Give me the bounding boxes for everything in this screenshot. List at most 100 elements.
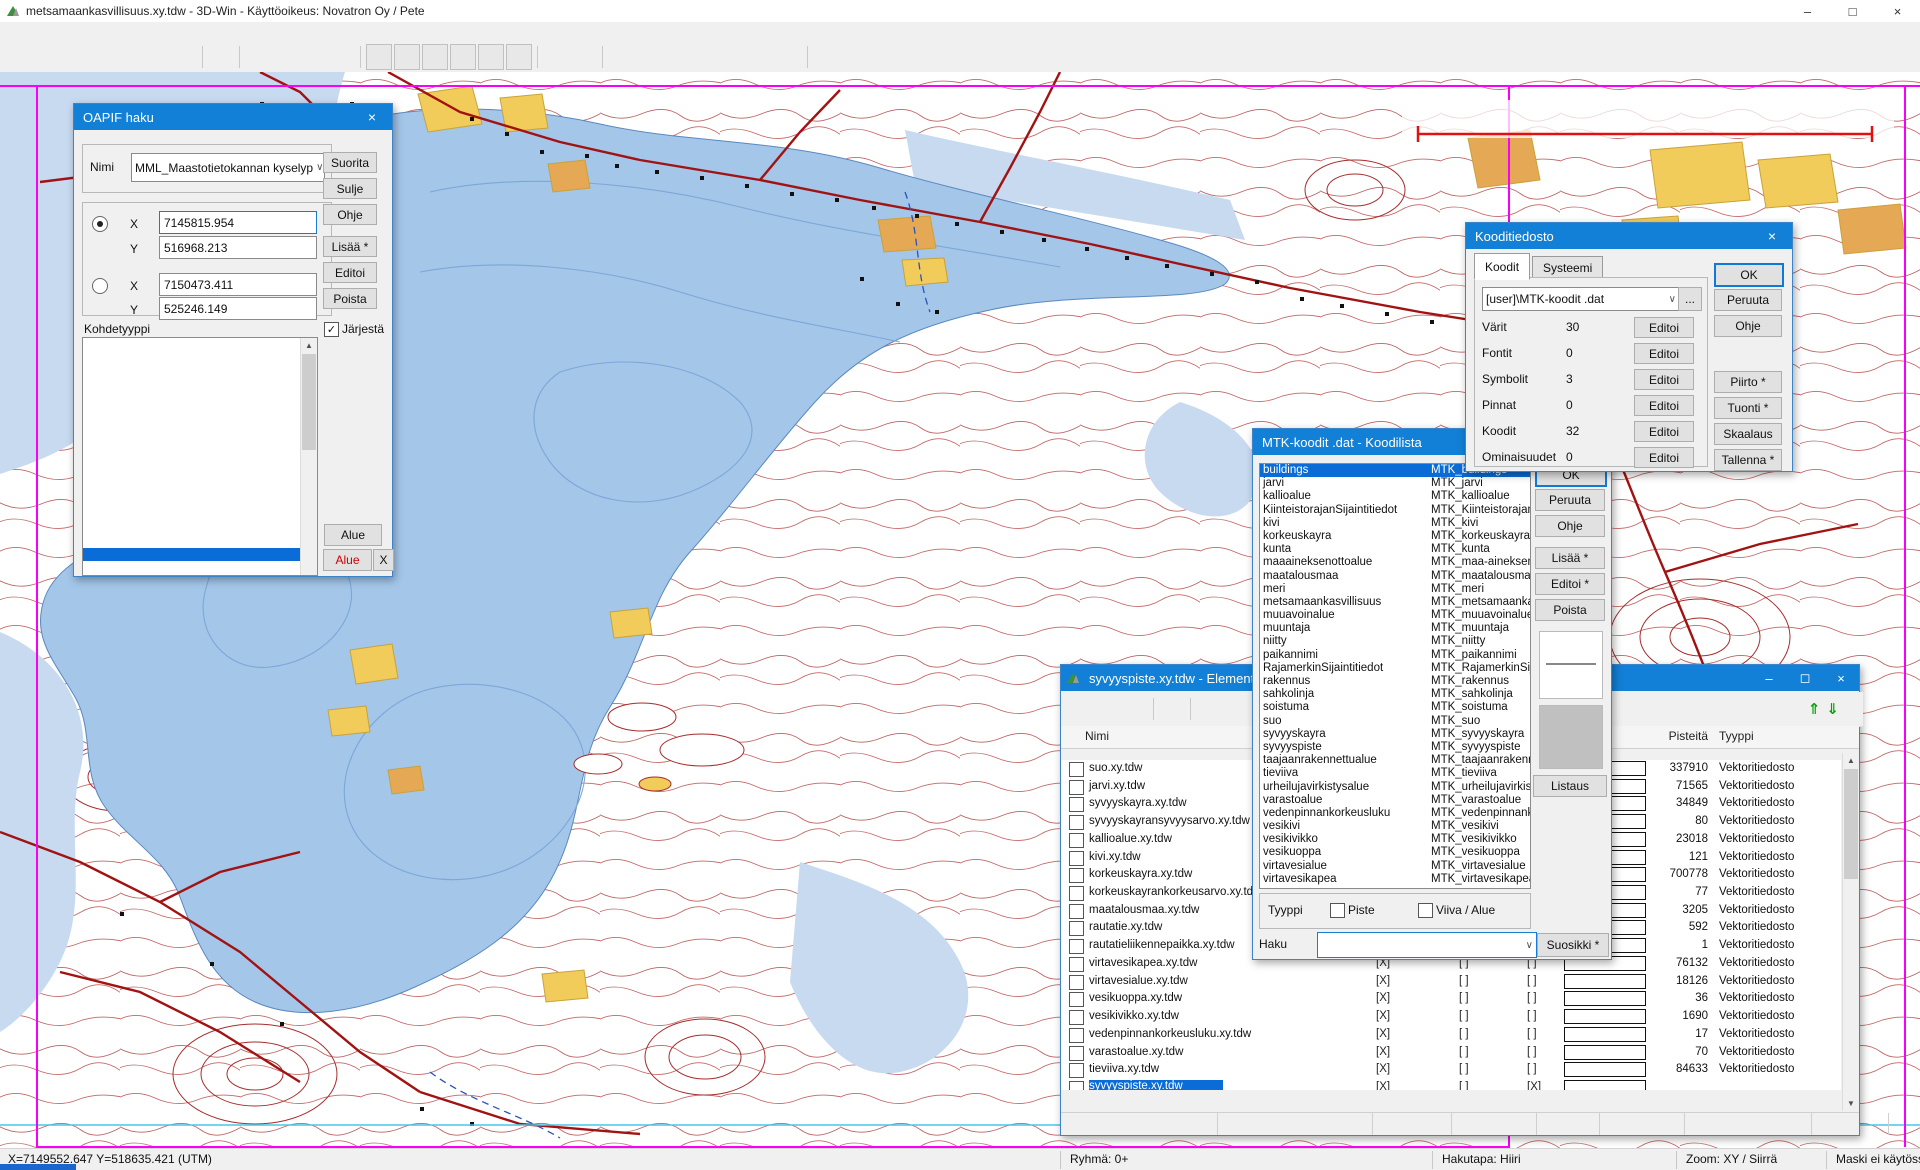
KiinteistorajanSijaintitiedot[interactable]: KiinteistorajanSijaintitiedot MTK_Kiinte… bbox=[1260, 504, 1530, 517]
coord2-y-input[interactable]: 525246.149 bbox=[159, 297, 317, 320]
check-x-icon[interactable] bbox=[841, 44, 867, 70]
flag-3[interactable]: [ ] bbox=[1527, 1063, 1537, 1075]
niitty[interactable]: niitty MTK_niitty bbox=[1260, 635, 1530, 648]
tuonti-button[interactable]: Tuonti * bbox=[1714, 397, 1782, 419]
kunta[interactable]: kunta MTK_kunta bbox=[1260, 543, 1530, 556]
ok-button[interactable]: OK bbox=[1714, 263, 1784, 287]
piirto-button[interactable]: Piirto * bbox=[1714, 371, 1782, 393]
vesikivi[interactable]: vesikivi MTK_vesikivi bbox=[1260, 820, 1530, 833]
file-checkbox[interactable] bbox=[1069, 975, 1084, 990]
copy-clipboard-icon[interactable] bbox=[208, 44, 234, 70]
list-item[interactable] bbox=[83, 496, 317, 509]
close-icon[interactable]: × bbox=[1875, 0, 1920, 22]
print-icon[interactable] bbox=[245, 44, 271, 70]
browse-button[interactable]: ... bbox=[1678, 287, 1702, 311]
element-scrollbar[interactable]: ▲ ▼ bbox=[1842, 753, 1859, 1111]
file-checkbox[interactable] bbox=[1069, 886, 1084, 901]
save-query-icon[interactable] bbox=[143, 44, 169, 70]
file-checkbox[interactable] bbox=[1069, 904, 1084, 919]
vesikuoppa.xy.tdw[interactable]: vesikuoppa.xy.tdw [X] [ ] [ ] 36 Vektori… bbox=[1061, 990, 1841, 1008]
kohdetyyppi-list[interactable]: ▲ bbox=[82, 337, 318, 576]
save-file-icon[interactable] bbox=[1196, 696, 1222, 722]
file-checkbox[interactable] bbox=[1069, 1046, 1084, 1061]
color-swatch[interactable] bbox=[1564, 1080, 1646, 1090]
editoi-button[interactable]: Editoi bbox=[1634, 395, 1694, 416]
edit-button[interactable]: Editoi * bbox=[1535, 573, 1605, 595]
help-button[interactable]: Ohje bbox=[323, 204, 377, 225]
viiva-checkbox[interactable] bbox=[1418, 903, 1433, 918]
flag-2[interactable]: [ ] bbox=[1459, 992, 1469, 1004]
alue-active-button[interactable]: Alue bbox=[323, 549, 372, 571]
menu-item[interactable] bbox=[132, 30, 154, 34]
tallenna-button[interactable]: Tallenna * bbox=[1714, 449, 1782, 471]
list-item[interactable] bbox=[83, 483, 317, 496]
chevron-down-icon[interactable]: ∨ bbox=[1666, 294, 1676, 305]
color-swatch[interactable] bbox=[1564, 974, 1646, 989]
editoi-button[interactable]: Editoi bbox=[1634, 343, 1694, 364]
kivi[interactable]: kivi MTK_kivi bbox=[1260, 517, 1530, 530]
editoi-button[interactable]: Editoi bbox=[1634, 421, 1694, 442]
muuntaja[interactable]: muuntaja MTK_muuntaja bbox=[1260, 622, 1530, 635]
point-add-multi-icon[interactable] bbox=[664, 44, 690, 70]
vedenpinnankorkeusluku[interactable]: vedenpinnankorkeusluku MTK_vedenpinnanko… bbox=[1260, 807, 1530, 820]
maximize-icon[interactable]: □ bbox=[1830, 0, 1875, 22]
soistuma[interactable]: soistuma MTK_soistuma bbox=[1260, 701, 1530, 714]
save-as-icon[interactable] bbox=[1224, 696, 1250, 722]
color-swatch[interactable] bbox=[1564, 991, 1646, 1006]
alue-clear-button[interactable]: X bbox=[373, 549, 394, 571]
tieviiva[interactable]: tieviiva MTK_tieviiva bbox=[1260, 767, 1530, 780]
coord2-radio[interactable] bbox=[92, 278, 108, 294]
code-list[interactable]: buildings MTK_buildings jarvi MTK_jarvi … bbox=[1259, 463, 1531, 889]
chevron-down-icon[interactable]: ∨ bbox=[313, 162, 323, 173]
suo[interactable]: suo MTK_suo bbox=[1260, 715, 1530, 728]
rakennus[interactable]: rakennus MTK_rakennus bbox=[1260, 675, 1530, 688]
list-item[interactable] bbox=[83, 535, 317, 548]
list-item[interactable] bbox=[83, 443, 317, 456]
query-select[interactable]: MML_Maastotietokannan kyselyp∨ bbox=[131, 153, 325, 182]
hatch-pattern-icon[interactable] bbox=[329, 44, 355, 70]
move-up-icon[interactable]: ⇑ bbox=[1808, 700, 1821, 718]
coord1-x-input[interactable]: 7145815.954 bbox=[159, 211, 317, 234]
list-item[interactable] bbox=[83, 404, 317, 417]
file-checkbox[interactable] bbox=[1069, 762, 1084, 777]
menu-item[interactable] bbox=[88, 30, 110, 34]
editoi-button[interactable]: Editoi bbox=[1634, 447, 1694, 468]
suorita-button[interactable]: Suorita bbox=[323, 152, 377, 173]
profile-chart-icon[interactable] bbox=[748, 44, 774, 70]
list-item[interactable] bbox=[83, 377, 317, 390]
maatalousmaa[interactable]: maatalousmaa MTK_maatalousmaa bbox=[1260, 570, 1530, 583]
menu-item[interactable] bbox=[110, 30, 132, 34]
flag-1[interactable]: [X] bbox=[1376, 1046, 1390, 1058]
menu-item[interactable] bbox=[22, 30, 44, 34]
flag-3[interactable]: [ ] bbox=[1527, 992, 1537, 1004]
flag-2[interactable]: [ ] bbox=[1459, 1063, 1469, 1075]
tieviiva.xy.tdw[interactable]: tieviiva.xy.tdw [X] [ ] [ ] 84633 Vektor… bbox=[1061, 1061, 1841, 1079]
suosikki-button[interactable]: Suosikki * bbox=[1537, 933, 1609, 957]
coord1-radio[interactable] bbox=[92, 216, 108, 232]
list-item[interactable] bbox=[83, 548, 317, 561]
pan-right-icon[interactable] bbox=[450, 44, 476, 70]
zoom-in-icon[interactable] bbox=[478, 44, 504, 70]
list-item[interactable] bbox=[83, 456, 317, 469]
menu-item[interactable] bbox=[66, 30, 88, 34]
add-button[interactable]: Lisää * bbox=[323, 236, 377, 257]
coord1-y-input[interactable]: 516968.213 bbox=[159, 236, 317, 259]
open-file-icon[interactable] bbox=[3, 44, 29, 70]
add-file-icon[interactable] bbox=[1159, 696, 1185, 722]
virtavesialue.xy.tdw[interactable]: virtavesialue.xy.tdw [X] [ ] [ ] 18126 V… bbox=[1061, 973, 1841, 991]
syvyyspiste[interactable]: syvyyspiste MTK_syvyyspiste bbox=[1260, 741, 1530, 754]
sahkolinja[interactable]: sahkolinja MTK_sahkolinja bbox=[1260, 688, 1530, 701]
varastoalue[interactable]: varastoalue MTK_varastoalue bbox=[1260, 794, 1530, 807]
list-item[interactable] bbox=[83, 561, 317, 574]
save-copy-icon[interactable] bbox=[171, 44, 197, 70]
flag-3[interactable]: [X] bbox=[1527, 1081, 1541, 1090]
file-checkbox[interactable] bbox=[1069, 1063, 1084, 1078]
list-scrollbar[interactable]: ▲ bbox=[300, 338, 317, 575]
coord2-x-input[interactable]: 7150473.411 bbox=[159, 273, 317, 296]
flag-3[interactable]: [ ] bbox=[1527, 1046, 1537, 1058]
list-item[interactable] bbox=[83, 338, 317, 351]
meri[interactable]: meri MTK_meri bbox=[1260, 583, 1530, 596]
file-checkbox[interactable] bbox=[1069, 1010, 1084, 1025]
flag-1[interactable]: [X] bbox=[1376, 1063, 1390, 1075]
point-info-icon[interactable] bbox=[608, 44, 634, 70]
